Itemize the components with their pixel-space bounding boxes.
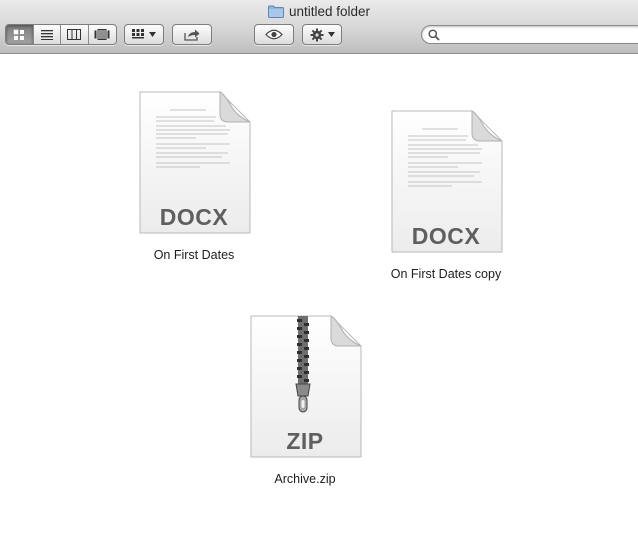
file-item[interactable]: DOCX On First Dates copy [388,109,504,281]
file-type-label: DOCX [411,223,481,249]
search-input[interactable] [444,26,638,43]
zip-file-icon: ZIP [247,314,363,460]
quick-look-button[interactable] [254,24,294,45]
share-icon [184,29,200,41]
arrange-grid-icon [132,29,144,39]
file-type-label: DOCX [159,204,229,230]
docx-file-icon: DOCX [136,90,252,236]
file-item[interactable]: ZIP Archive.zip [247,314,363,486]
chevron-down-icon [149,32,156,37]
icon-view-button[interactable] [6,25,34,44]
column-view-button[interactable] [61,25,89,44]
share-button[interactable] [172,24,212,45]
icon-view-icon [14,29,25,40]
file-name[interactable]: On First Dates copy [391,267,501,281]
column-view-icon [67,29,82,40]
cover-flow-view-button[interactable] [89,25,116,44]
file-type-label: ZIP [286,428,324,454]
search-field[interactable] [421,25,638,44]
view-mode-control [5,24,117,45]
finder-toolbar: untitled folder [0,0,638,54]
search-icon [428,28,440,41]
folder-icon [267,5,284,18]
arrange-button[interactable] [124,24,164,45]
file-item[interactable]: DOCX On First Dates [136,90,252,262]
docx-file-icon: DOCX [388,109,504,255]
list-view-button[interactable] [34,25,61,44]
file-name[interactable]: On First Dates [154,248,235,262]
window-title-text: untitled folder [288,3,371,19]
window-title: untitled folder [0,2,638,20]
eye-icon [265,29,283,40]
gear-icon [310,28,323,41]
cover-flow-icon [94,29,110,40]
file-name[interactable]: Archive.zip [274,472,335,486]
chevron-down-icon [327,32,335,37]
list-view-icon [40,30,53,40]
action-menu-button[interactable] [302,24,342,45]
